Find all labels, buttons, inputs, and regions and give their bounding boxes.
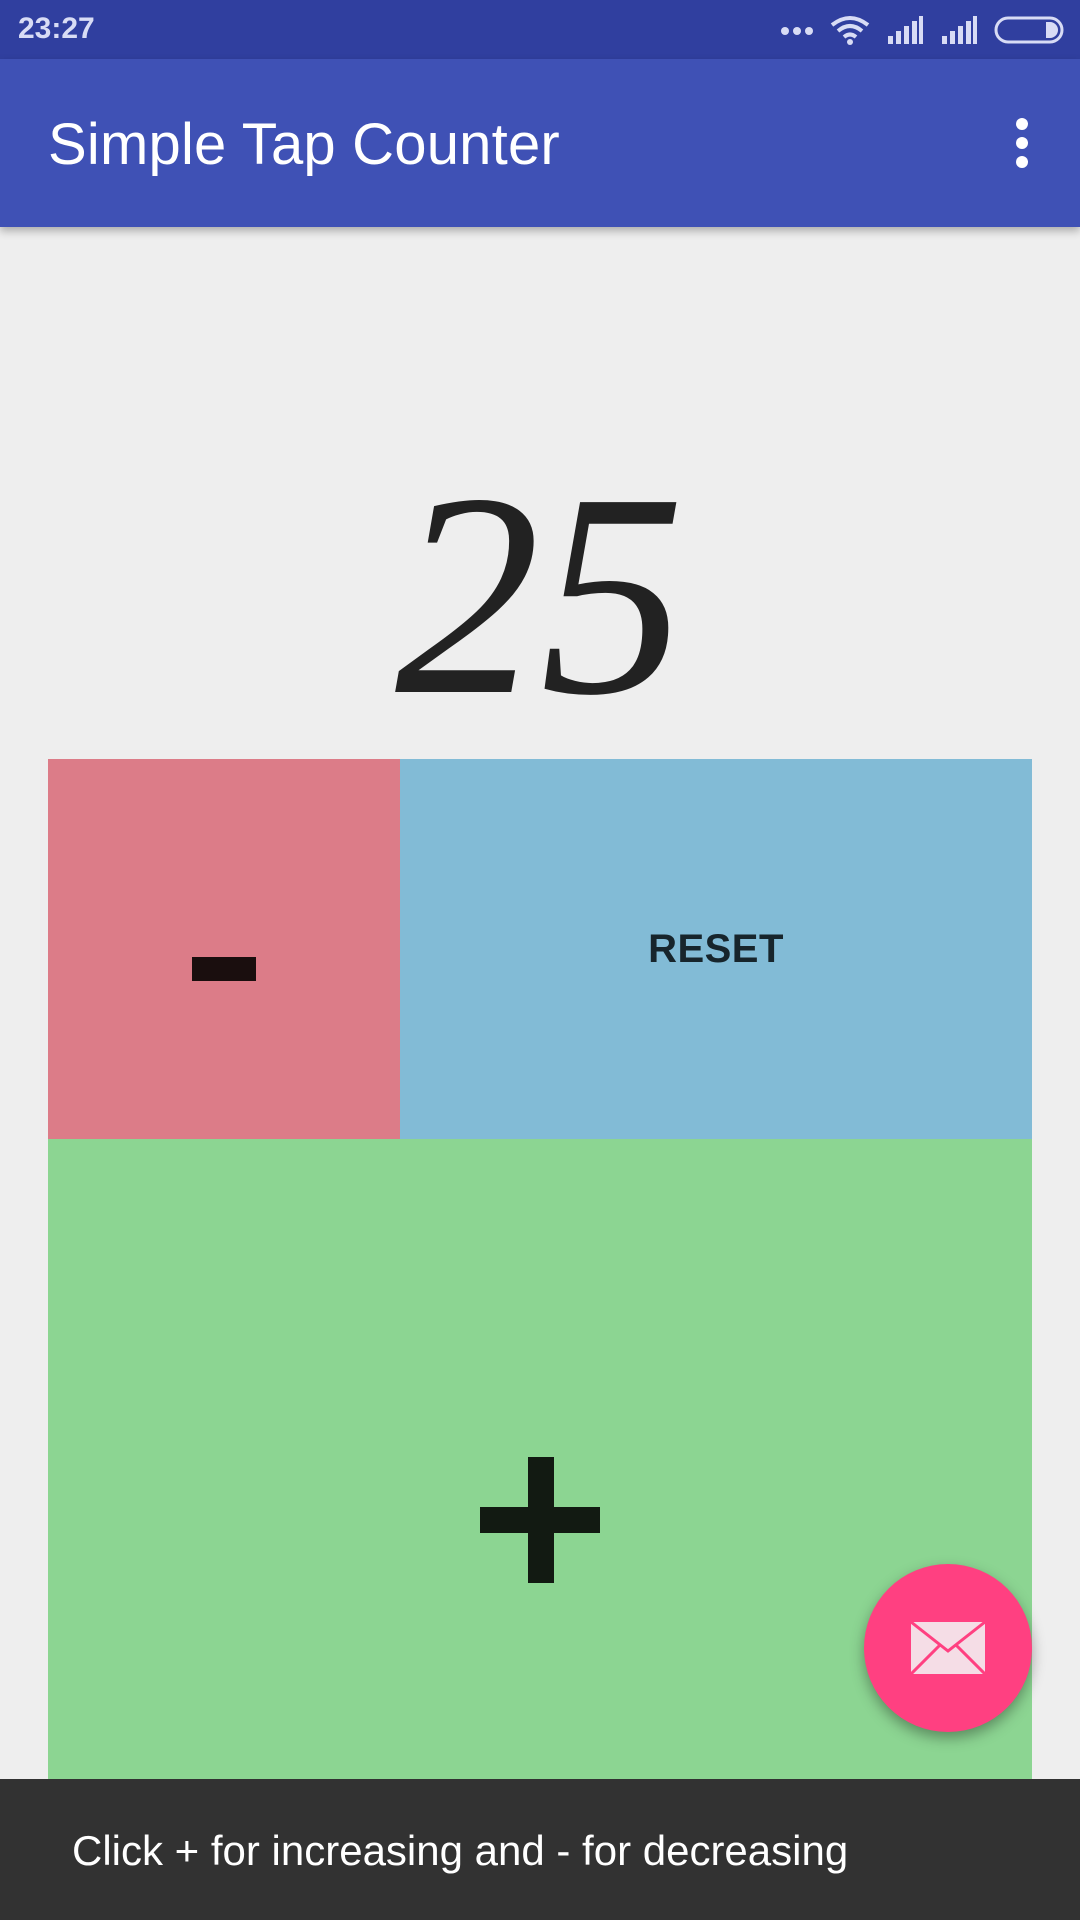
status-bar: 23:27 xyxy=(0,0,1080,59)
counter-value: 25 xyxy=(395,434,685,755)
more-dots-icon xyxy=(780,24,814,36)
signal-icon xyxy=(886,16,924,44)
app-bar: Simple Tap Counter xyxy=(0,59,1080,227)
snackbar-message: Click + for increasing and - for decreas… xyxy=(72,1827,849,1874)
overflow-menu-icon[interactable] xyxy=(994,113,1050,173)
plus-icon xyxy=(480,1457,600,1583)
wifi-icon xyxy=(830,15,870,45)
status-icons xyxy=(780,12,1066,48)
status-time: 23:27 xyxy=(18,12,95,45)
reset-label: RESET xyxy=(648,926,784,971)
battery-icon xyxy=(994,16,1066,44)
email-icon xyxy=(910,1621,986,1675)
decrement-button[interactable] xyxy=(48,759,400,1139)
app-title: Simple Tap Counter xyxy=(48,112,560,177)
reset-button[interactable]: RESET xyxy=(400,759,1032,1139)
screen: 23:27 Simple Tap Counter 25 RESET Click … xyxy=(0,0,1080,1920)
snackbar: Click + for increasing and - for decreas… xyxy=(0,1779,1080,1920)
minus-icon xyxy=(192,957,256,981)
signal-icon xyxy=(940,16,978,44)
email-fab-button[interactable] xyxy=(864,1564,1032,1732)
